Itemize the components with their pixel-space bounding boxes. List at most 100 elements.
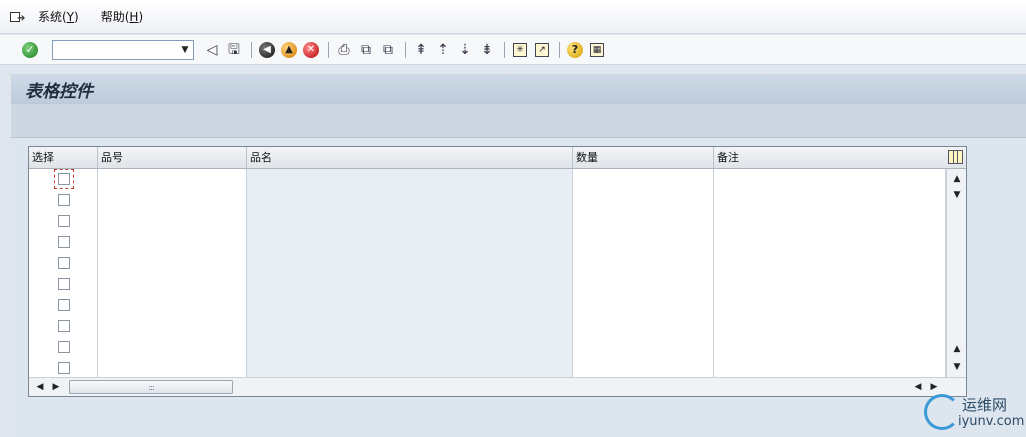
cell-quantity[interactable] — [573, 295, 714, 316]
cell-item-no[interactable] — [98, 190, 247, 211]
menu-help[interactable]: 帮助(H) — [101, 8, 143, 25]
cell-item-no[interactable] — [98, 232, 247, 253]
cell-item-name[interactable] — [247, 169, 573, 190]
table-settings-icon[interactable] — [948, 150, 963, 164]
cell-quantity[interactable] — [573, 190, 714, 211]
cell-select[interactable] — [29, 211, 98, 232]
cell-item-name[interactable] — [247, 316, 573, 337]
scroll-left-icon[interactable]: ◀ — [33, 379, 47, 395]
collapse-button[interactable]: ◁ — [202, 40, 222, 60]
find-button[interactable]: ⧉ — [356, 40, 376, 60]
print-button[interactable]: ⎙ — [334, 40, 354, 60]
table-row[interactable] — [29, 211, 946, 232]
table-row[interactable] — [29, 253, 946, 274]
menu-system[interactable]: 系统(Y) — [38, 8, 79, 25]
layout-menu-button[interactable]: ▦ — [587, 40, 607, 60]
cell-item-no[interactable] — [98, 337, 247, 358]
cell-quantity[interactable] — [573, 337, 714, 358]
cell-item-no[interactable] — [98, 295, 247, 316]
new-session-button[interactable]: ✳ — [510, 40, 530, 60]
cell-select[interactable] — [29, 190, 98, 211]
horizontal-scroll-thumb[interactable]: ::: — [69, 380, 233, 394]
exit-button[interactable]: ▲ — [279, 40, 299, 60]
cell-select[interactable] — [29, 337, 98, 358]
save-button[interactable]: 🖫 — [224, 40, 244, 60]
table-row[interactable] — [29, 274, 946, 295]
cell-remark[interactable] — [714, 253, 946, 274]
table-row[interactable] — [29, 316, 946, 337]
enter-button[interactable]: ✓ — [20, 40, 40, 60]
cell-select[interactable] — [29, 253, 98, 274]
cell-remark[interactable] — [714, 337, 946, 358]
cell-quantity[interactable] — [573, 169, 714, 190]
table-row[interactable] — [29, 358, 946, 379]
row-select-checkbox[interactable] — [58, 278, 70, 290]
cell-remark[interactable] — [714, 316, 946, 337]
cell-quantity[interactable] — [573, 358, 714, 379]
cell-remark[interactable] — [714, 358, 946, 379]
cell-select[interactable] — [29, 232, 98, 253]
cell-remark[interactable] — [714, 274, 946, 295]
cell-remark[interactable] — [714, 190, 946, 211]
scroll-up-icon[interactable]: ▲ — [947, 171, 967, 187]
row-select-checkbox[interactable] — [58, 299, 70, 311]
cell-remark[interactable] — [714, 295, 946, 316]
cell-item-name[interactable] — [247, 337, 573, 358]
column-header-select[interactable]: 选择 — [29, 147, 98, 168]
cell-item-no[interactable] — [98, 169, 247, 190]
find-next-button[interactable]: ⧉ — [378, 40, 398, 60]
cell-select[interactable] — [29, 169, 98, 190]
back-button[interactable]: ◀ — [257, 40, 277, 60]
vertical-scrollbar[interactable]: ▲ ▼ ▲ ▼ — [946, 169, 966, 377]
column-header-remark[interactable]: 备注 — [714, 147, 946, 168]
row-select-checkbox[interactable] — [58, 194, 70, 206]
cell-remark[interactable] — [714, 169, 946, 190]
cell-item-name[interactable] — [247, 253, 573, 274]
cell-quantity[interactable] — [573, 253, 714, 274]
cell-item-name[interactable] — [247, 190, 573, 211]
cell-quantity[interactable] — [573, 211, 714, 232]
shortcut-button[interactable]: ↗ — [532, 40, 552, 60]
cell-select[interactable] — [29, 358, 98, 379]
cell-item-name[interactable] — [247, 358, 573, 379]
cell-item-name[interactable] — [247, 295, 573, 316]
page-down-icon[interactable]: ▼ — [947, 187, 967, 203]
next-page-button[interactable]: ⇣ — [455, 40, 475, 60]
row-select-checkbox[interactable] — [58, 362, 70, 374]
cell-select[interactable] — [29, 274, 98, 295]
cell-item-no[interactable] — [98, 316, 247, 337]
table-row[interactable] — [29, 232, 946, 253]
chevron-down-icon[interactable]: ▼ — [177, 41, 193, 59]
page-up-icon[interactable]: ▲ — [947, 341, 967, 357]
cell-select[interactable] — [29, 295, 98, 316]
column-header-item-name[interactable]: 品名 — [247, 147, 573, 168]
cell-item-no[interactable] — [98, 274, 247, 295]
table-row[interactable] — [29, 337, 946, 358]
scroll-right-icon[interactable]: ▶ — [49, 379, 63, 395]
first-page-button[interactable]: ⇞ — [411, 40, 431, 60]
cell-select[interactable] — [29, 316, 98, 337]
cell-item-name[interactable] — [247, 274, 573, 295]
previous-page-button[interactable]: ⇡ — [433, 40, 453, 60]
row-select-checkbox[interactable] — [58, 215, 70, 227]
cell-item-name[interactable] — [247, 211, 573, 232]
table-row[interactable] — [29, 190, 946, 211]
cell-quantity[interactable] — [573, 232, 714, 253]
cell-remark[interactable] — [714, 232, 946, 253]
row-select-checkbox[interactable] — [58, 257, 70, 269]
cancel-button[interactable]: ✕ — [301, 40, 321, 60]
command-field[interactable]: ▼ — [52, 39, 194, 60]
column-header-quantity[interactable]: 数量 — [573, 147, 714, 168]
row-select-checkbox[interactable] — [58, 320, 70, 332]
command-input[interactable] — [53, 40, 173, 59]
cell-remark[interactable] — [714, 211, 946, 232]
cell-item-no[interactable] — [98, 253, 247, 274]
last-page-button[interactable]: ⇟ — [477, 40, 497, 60]
horizontal-scrollbar[interactable]: ◀ ▶ ::: ◀ ▶ — [29, 377, 966, 396]
help-button[interactable]: ? — [565, 40, 585, 60]
column-header-item-no[interactable]: 品号 — [98, 147, 247, 168]
cell-quantity[interactable] — [573, 274, 714, 295]
cell-item-name[interactable] — [247, 232, 573, 253]
cell-item-no[interactable] — [98, 211, 247, 232]
row-select-checkbox[interactable] — [58, 341, 70, 353]
